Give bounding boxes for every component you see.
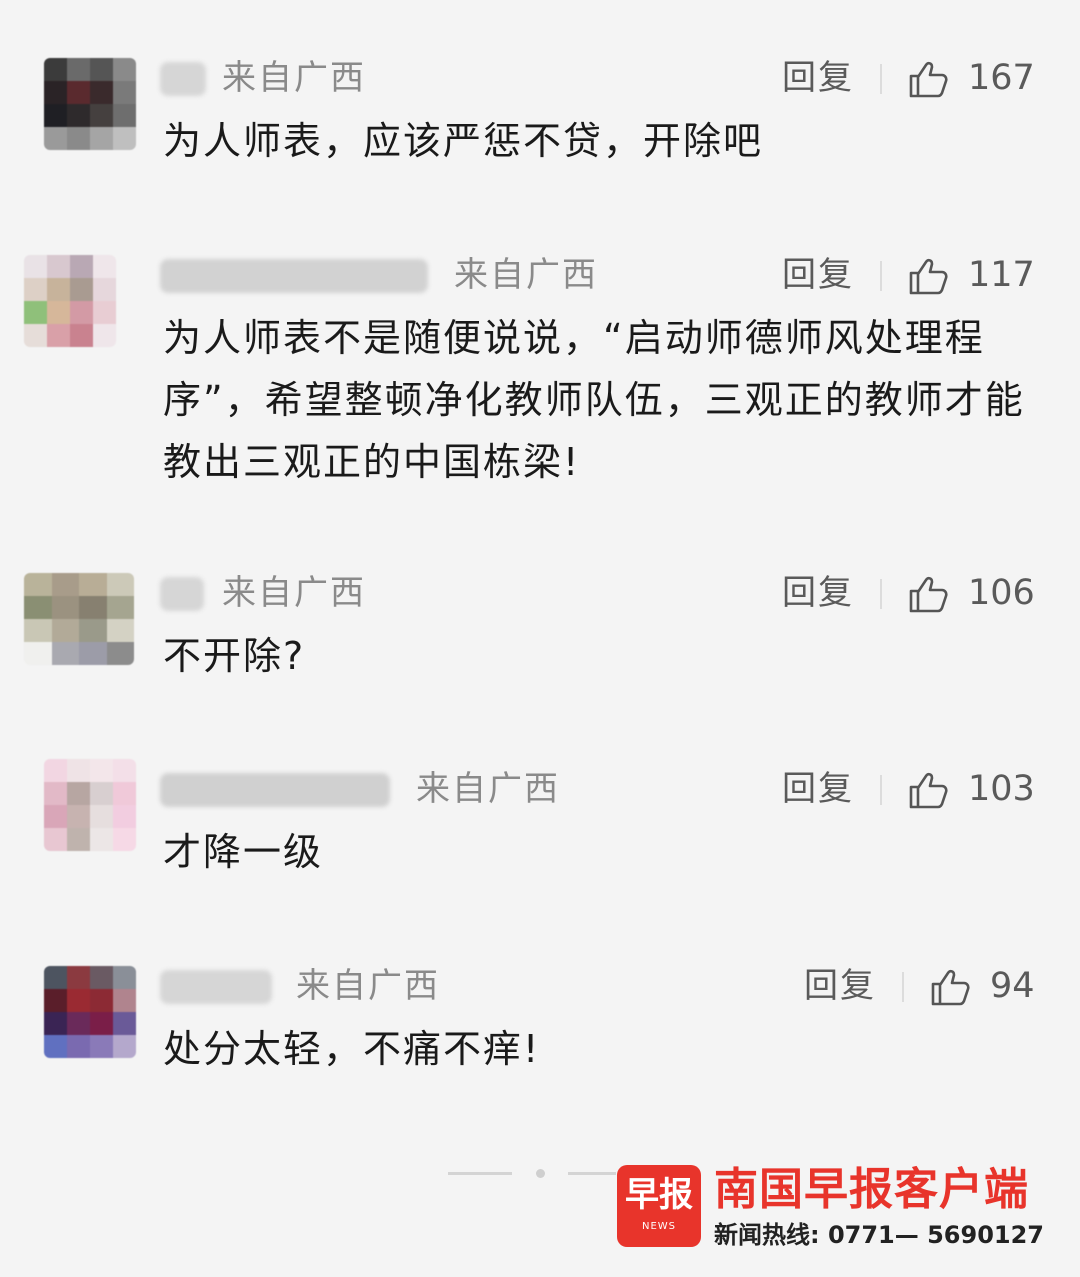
avatar[interactable] bbox=[44, 759, 136, 851]
comment-text: 才降一级 bbox=[163, 830, 324, 874]
news-hotline: 新闻热线: 0771— 5690127 bbox=[714, 1221, 1044, 1249]
username-blurred[interactable] bbox=[160, 62, 206, 96]
divider bbox=[880, 64, 882, 94]
comment-item: 来自广西 回复 103 才降一级 bbox=[0, 759, 1080, 879]
like-count: 106 bbox=[968, 573, 1035, 613]
comment-item: 来自广西 回复 94 处分太轻，不痛不痒! bbox=[0, 966, 1080, 1076]
avatar[interactable] bbox=[24, 255, 116, 347]
location-label: 来自广西 bbox=[222, 58, 366, 98]
reply-button[interactable]: 回复 bbox=[782, 58, 854, 98]
comment-text: 处分太轻，不痛不痒! bbox=[163, 1027, 541, 1071]
location-label: 来自广西 bbox=[454, 255, 598, 295]
reply-button[interactable]: 回复 bbox=[782, 769, 854, 809]
comment-item: 来自广西 回复 167 为人师表，应该严惩不贷，开除吧 bbox=[0, 58, 1080, 168]
location-label: 来自广西 bbox=[416, 769, 560, 809]
location-label: 来自广西 bbox=[296, 966, 440, 1006]
reply-button[interactable]: 回复 bbox=[804, 966, 876, 1006]
reply-button[interactable]: 回复 bbox=[782, 255, 854, 295]
comment-text: 为人师表，应该严惩不贷，开除吧 bbox=[163, 119, 764, 163]
brand-logo-sub: NEWS bbox=[641, 1221, 677, 1232]
avatar[interactable] bbox=[44, 966, 136, 1058]
location-label: 来自广西 bbox=[222, 573, 366, 613]
thumbs-up-icon[interactable] bbox=[908, 60, 948, 98]
like-count: 94 bbox=[990, 966, 1035, 1006]
thumbs-up-icon[interactable] bbox=[930, 968, 970, 1006]
divider bbox=[880, 775, 882, 805]
like-count: 167 bbox=[968, 58, 1035, 98]
comment-text: 不开除? bbox=[163, 634, 306, 678]
divider bbox=[902, 972, 904, 1002]
avatar[interactable] bbox=[24, 573, 134, 665]
brand-logo-text: 早报 bbox=[625, 1175, 693, 1215]
divider bbox=[880, 261, 882, 291]
thumbs-up-icon[interactable] bbox=[908, 257, 948, 295]
divider bbox=[880, 579, 882, 609]
indicator-line bbox=[448, 1172, 512, 1175]
username-blurred[interactable] bbox=[160, 970, 272, 1004]
thumbs-up-icon[interactable] bbox=[908, 575, 948, 613]
reply-button[interactable]: 回复 bbox=[782, 573, 854, 613]
like-count: 103 bbox=[968, 769, 1035, 809]
username-blurred[interactable] bbox=[160, 259, 428, 293]
indicator-dot bbox=[536, 1169, 545, 1178]
username-blurred[interactable] bbox=[160, 577, 204, 611]
avatar[interactable] bbox=[44, 58, 136, 150]
comment-text: 为人师表不是随便说说，“启动师德师风处理程序”，希望整顿净化教师队伍，三观正的教… bbox=[163, 316, 1025, 484]
comment-item: 来自广西 回复 117 为人师表不是随便说说，“启动师德师风处理程序”，希望整顿… bbox=[0, 255, 1080, 495]
brand-logo: 早报 NEWS bbox=[617, 1165, 701, 1247]
thumbs-up-icon[interactable] bbox=[908, 771, 948, 809]
username-blurred[interactable] bbox=[160, 773, 390, 807]
indicator-line bbox=[568, 1172, 616, 1175]
like-count: 117 bbox=[968, 255, 1035, 295]
brand-name: 南国早报客户端 bbox=[714, 1164, 1029, 1215]
comment-item: 来自广西 回复 106 不开除? bbox=[0, 573, 1080, 683]
